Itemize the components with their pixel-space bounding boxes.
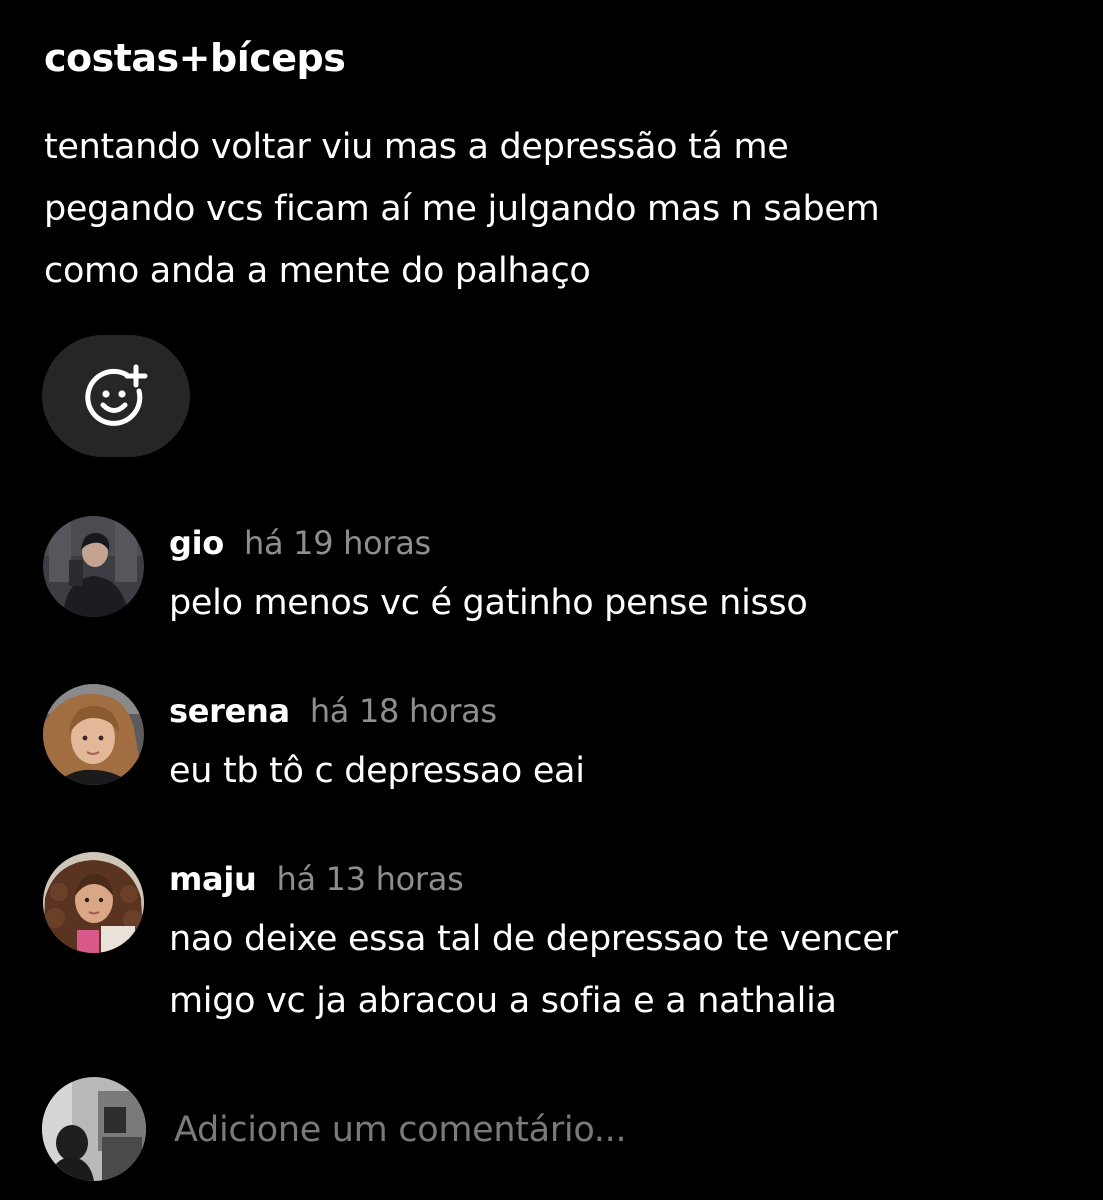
comment-line: nao deixe essa tal de depressao te vence… [169,919,898,959]
comment-line: migo vc ja abracou a sofia e a nathalia [169,981,837,1021]
add-reaction-button[interactable] [42,335,190,457]
comment-text: eu tb tô c depressao eai [169,740,585,802]
comment-line: pelo menos vc é gatinho pense nisso [169,583,808,623]
post-body: tentando voltar viu mas a depressão tá m… [44,116,1074,302]
post-body-line: tentando voltar viu mas a depressão tá m… [44,127,789,167]
comment-meta: serena há 18 horas [169,689,497,739]
add-reaction-icon [85,364,148,426]
comment-meta: gio há 19 horas [169,521,431,571]
post-body-line: como anda a mente do palhaço [44,251,591,291]
comment-username[interactable]: gio [169,524,224,562]
avatar[interactable] [43,516,144,617]
current-user-avatar [42,1077,146,1181]
comment-text: nao deixe essa tal de depressao te vence… [169,908,898,1032]
comment-time: há 18 horas [309,692,497,730]
comment-username[interactable]: maju [169,860,257,898]
comment-text: pelo menos vc é gatinho pense nisso [169,572,808,634]
avatar[interactable] [43,684,144,785]
comment-time: há 19 horas [243,524,431,562]
comment-time: há 13 horas [276,860,464,898]
comment-line: eu tb tô c depressao eai [169,751,585,791]
post-title: costas+bíceps [44,36,346,80]
comment-meta: maju há 13 horas [169,857,464,907]
avatar[interactable] [43,852,144,953]
post-body-line: pegando vcs ficam aí me julgando mas n s… [44,189,880,229]
add-comment-input[interactable] [174,1100,1054,1160]
comment-username[interactable]: serena [169,692,290,730]
